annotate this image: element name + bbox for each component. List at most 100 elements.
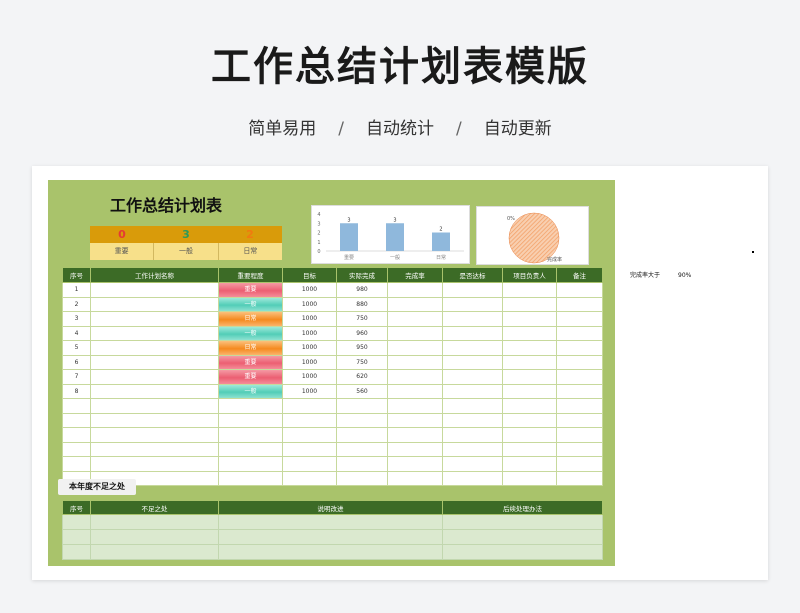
cell-note[interactable]	[556, 441, 603, 457]
cell-name[interactable]	[90, 412, 219, 428]
cell-target[interactable]: 1000	[282, 369, 337, 385]
cell-level[interactable]: 日常	[218, 340, 283, 356]
cell-level[interactable]: 一般	[218, 296, 283, 312]
cell-no[interactable]	[62, 441, 91, 457]
cell-level[interactable]	[218, 441, 283, 457]
cell-pass[interactable]	[442, 470, 503, 486]
column-header[interactable]: 目标	[282, 267, 337, 283]
cell-actual[interactable]	[336, 398, 388, 414]
cell-no[interactable]: 4	[62, 325, 91, 341]
cell-owner[interactable]	[502, 354, 557, 370]
table-cell[interactable]	[218, 544, 443, 560]
cell-actual[interactable]: 750	[336, 311, 388, 327]
cell-note[interactable]	[556, 427, 603, 443]
cell-no[interactable]: 6	[62, 354, 91, 370]
cell-level[interactable]	[218, 398, 283, 414]
column-header[interactable]: 序号	[62, 500, 91, 515]
cell-rate[interactable]	[387, 441, 443, 457]
pie-chart-box[interactable]: 0% 完成率	[476, 206, 589, 265]
table-cell[interactable]	[442, 514, 603, 530]
cell-name[interactable]	[90, 296, 219, 312]
table-cell[interactable]	[218, 514, 443, 530]
column-header[interactable]: 实际完成	[336, 267, 388, 283]
table-cell[interactable]	[62, 514, 91, 530]
cell-pass[interactable]	[442, 311, 503, 327]
cell-rate[interactable]	[387, 296, 443, 312]
cell-owner[interactable]	[502, 398, 557, 414]
cell-pass[interactable]	[442, 354, 503, 370]
column-header[interactable]: 序号	[62, 267, 91, 283]
cell-actual[interactable]: 620	[336, 369, 388, 385]
cell-note[interactable]	[556, 369, 603, 385]
cell-rate[interactable]	[387, 456, 443, 472]
cell-owner[interactable]	[502, 311, 557, 327]
cell-no[interactable]	[62, 456, 91, 472]
cell-rate[interactable]	[387, 369, 443, 385]
cell-owner[interactable]	[502, 340, 557, 356]
cell-note[interactable]	[556, 383, 603, 399]
cell-target[interactable]: 1000	[282, 354, 337, 370]
column-header[interactable]: 不足之处	[90, 500, 219, 515]
cell-rate[interactable]	[387, 354, 443, 370]
bar-chart-box[interactable]: 0 1 2 3 4 3 重要 3 一般 2 日常	[311, 205, 470, 264]
cell-level[interactable]: 重要	[218, 282, 283, 298]
cell-level[interactable]	[218, 427, 283, 443]
cell-target[interactable]: 1000	[282, 325, 337, 341]
column-header[interactable]: 工作计划名称	[90, 267, 219, 283]
cell-name[interactable]	[90, 456, 219, 472]
table-cell[interactable]	[62, 529, 91, 545]
cell-target[interactable]: 1000	[282, 383, 337, 399]
cell-note[interactable]	[556, 470, 603, 486]
column-header[interactable]: 说明改进	[218, 500, 443, 515]
cell-rate[interactable]	[387, 470, 443, 486]
cell-no[interactable]: 2	[62, 296, 91, 312]
cell-pass[interactable]	[442, 427, 503, 443]
table-cell[interactable]	[90, 514, 219, 530]
cell-name[interactable]	[90, 398, 219, 414]
cell-note[interactable]	[556, 282, 603, 298]
column-header[interactable]: 完成率	[387, 267, 443, 283]
cell-name[interactable]	[90, 354, 219, 370]
cell-actual[interactable]: 980	[336, 282, 388, 298]
cell-owner[interactable]	[502, 325, 557, 341]
cell-actual[interactable]: 960	[336, 325, 388, 341]
cell-owner[interactable]	[502, 412, 557, 428]
cell-rate[interactable]	[387, 412, 443, 428]
table-cell[interactable]	[62, 544, 91, 560]
cell-name[interactable]	[90, 325, 219, 341]
cell-actual[interactable]	[336, 441, 388, 457]
cell-level[interactable]	[218, 456, 283, 472]
cell-note[interactable]	[556, 311, 603, 327]
cell-note[interactable]	[556, 296, 603, 312]
cell-actual[interactable]: 880	[336, 296, 388, 312]
cell-actual[interactable]	[336, 470, 388, 486]
cell-level[interactable]: 一般	[218, 383, 283, 399]
cell-target[interactable]: 1000	[282, 311, 337, 327]
cell-note[interactable]	[556, 456, 603, 472]
cell-no[interactable]: 5	[62, 340, 91, 356]
cell-name[interactable]	[90, 369, 219, 385]
cell-rate[interactable]	[387, 398, 443, 414]
cell-level[interactable]	[218, 412, 283, 428]
cell-pass[interactable]	[442, 412, 503, 428]
cell-actual[interactable]	[336, 412, 388, 428]
cell-owner[interactable]	[502, 456, 557, 472]
cell-rate[interactable]	[387, 282, 443, 298]
cell-note[interactable]	[556, 325, 603, 341]
cell-pass[interactable]	[442, 369, 503, 385]
cell-owner[interactable]	[502, 369, 557, 385]
table-cell[interactable]	[442, 529, 603, 545]
cell-owner[interactable]	[502, 441, 557, 457]
column-header[interactable]: 后续处理办法	[442, 500, 603, 515]
cell-pass[interactable]	[442, 296, 503, 312]
cell-pass[interactable]	[442, 383, 503, 399]
cell-target[interactable]	[282, 441, 337, 457]
cell-name[interactable]	[90, 282, 219, 298]
cell-rate[interactable]	[387, 340, 443, 356]
cell-target[interactable]	[282, 427, 337, 443]
cell-actual[interactable]	[336, 456, 388, 472]
cell-actual[interactable]: 560	[336, 383, 388, 399]
table-cell[interactable]	[442, 544, 603, 560]
cell-level[interactable]: 一般	[218, 325, 283, 341]
cell-pass[interactable]	[442, 325, 503, 341]
